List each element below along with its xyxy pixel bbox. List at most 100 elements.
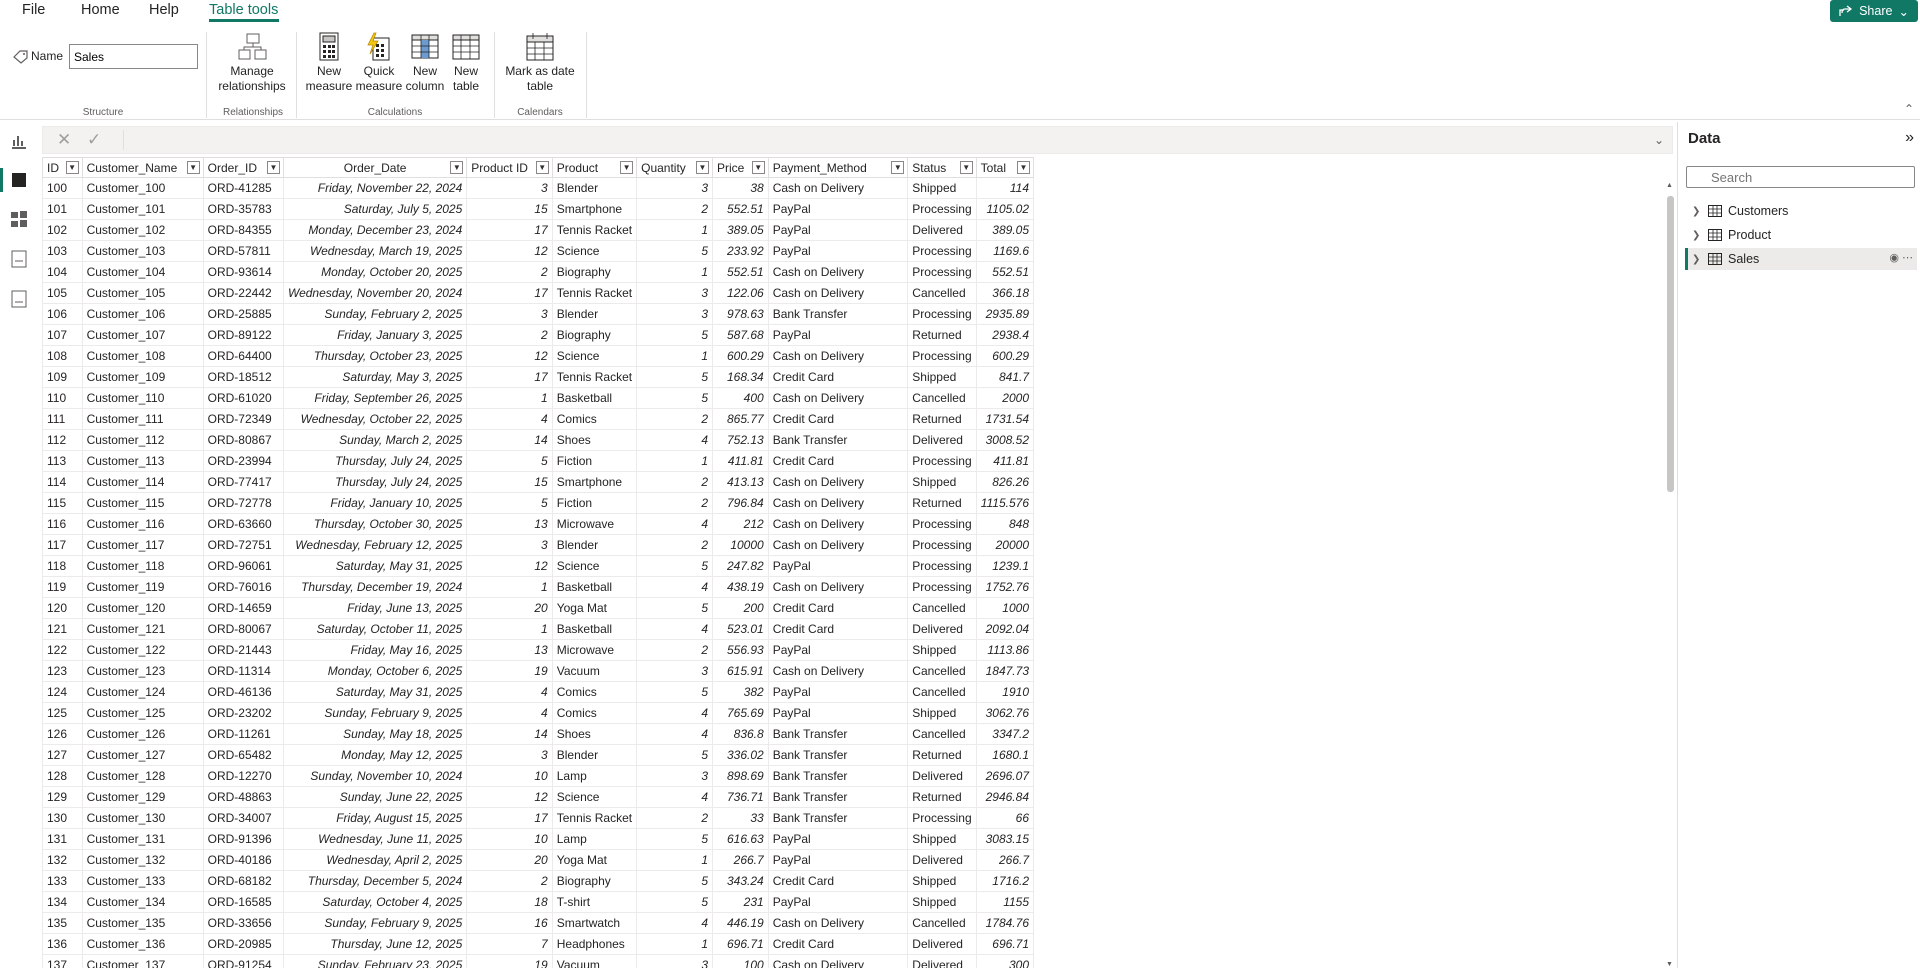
cell-customer-name[interactable]: Customer_115 xyxy=(81,492,204,514)
cell-id[interactable]: 107 xyxy=(42,324,83,346)
column-header-price[interactable]: Price ▼ xyxy=(712,157,769,178)
cell-product[interactable]: Shoes xyxy=(551,429,638,451)
cell-product-id[interactable]: 10 xyxy=(466,828,553,850)
cell-product[interactable]: Vacuum xyxy=(551,954,638,968)
filter-dropdown-icon[interactable]: ▼ xyxy=(891,161,905,174)
cell-order-id[interactable]: ORD-72349 xyxy=(202,408,284,430)
cell-quantity[interactable]: 4 xyxy=(636,702,713,724)
cell-product[interactable]: Vacuum xyxy=(551,660,638,682)
cell-total[interactable]: 1155 xyxy=(975,891,1034,913)
cell-price[interactable]: 212 xyxy=(712,513,769,535)
cell-customer-name[interactable]: Customer_124 xyxy=(81,681,204,703)
cell-status[interactable]: Cancelled xyxy=(907,597,977,619)
cell-payment-method[interactable]: Cash on Delivery xyxy=(767,513,909,535)
cell-id[interactable]: 100 xyxy=(42,177,83,199)
cell-product[interactable]: Microwave xyxy=(551,513,638,535)
cell-quantity[interactable]: 5 xyxy=(636,597,713,619)
cell-product[interactable]: Tennis Racket xyxy=(551,366,638,388)
cell-customer-name[interactable]: Customer_132 xyxy=(81,849,204,871)
cell-order-date[interactable]: Saturday, May 31, 2025 xyxy=(282,555,468,577)
cell-order-date[interactable]: Saturday, May 3, 2025 xyxy=(282,366,468,388)
cell-payment-method[interactable]: Cash on Delivery xyxy=(767,660,909,682)
cell-product[interactable]: Headphones xyxy=(551,933,638,955)
cell-id[interactable]: 112 xyxy=(42,429,83,451)
cell-status[interactable]: Processing xyxy=(907,513,977,535)
cell-price[interactable]: 389.05 xyxy=(712,219,769,241)
cell-id[interactable]: 115 xyxy=(42,492,83,514)
cell-payment-method[interactable]: PayPal xyxy=(767,219,909,241)
cell-order-date[interactable]: Thursday, July 24, 2025 xyxy=(282,471,468,493)
cell-product[interactable]: Fiction xyxy=(551,450,638,472)
cell-price[interactable]: 978.63 xyxy=(712,303,769,325)
cell-price[interactable]: 898.69 xyxy=(712,765,769,787)
cell-order-date[interactable]: Monday, December 23, 2024 xyxy=(282,219,468,241)
cell-product-id[interactable]: 4 xyxy=(466,408,553,430)
cell-id[interactable]: 135 xyxy=(42,912,83,934)
column-header-status[interactable]: Status ▼ xyxy=(907,157,977,178)
cell-order-date[interactable]: Saturday, October 4, 2025 xyxy=(282,891,468,913)
cell-status[interactable]: Processing xyxy=(907,576,977,598)
cell-customer-name[interactable]: Customer_118 xyxy=(81,555,204,577)
cell-price[interactable]: 231 xyxy=(712,891,769,913)
cell-quantity[interactable]: 1 xyxy=(636,345,713,367)
cell-product[interactable]: Smartwatch xyxy=(551,912,638,934)
cell-customer-name[interactable]: Customer_120 xyxy=(81,597,204,619)
table-item-customers[interactable]: ❯ Customers xyxy=(1686,200,1917,222)
filter-dropdown-icon[interactable]: ▼ xyxy=(1017,161,1030,174)
cell-order-date[interactable]: Sunday, February 9, 2025 xyxy=(282,912,468,934)
cell-total[interactable]: 300 xyxy=(975,954,1034,968)
cell-payment-method[interactable]: Credit Card xyxy=(767,597,909,619)
cell-order-id[interactable]: ORD-91254 xyxy=(202,954,284,968)
new-column-button[interactable]: New column xyxy=(403,32,447,94)
cell-total[interactable]: 1105.02 xyxy=(975,198,1034,220)
cell-product-id[interactable]: 3 xyxy=(466,177,553,199)
cell-status[interactable]: Returned xyxy=(907,324,977,346)
cell-product-id[interactable]: 17 xyxy=(466,366,553,388)
cell-price[interactable]: 122.06 xyxy=(712,282,769,304)
cell-total[interactable]: 114 xyxy=(975,177,1034,199)
cell-product[interactable]: Smartphone xyxy=(551,471,638,493)
cell-order-date[interactable]: Friday, June 13, 2025 xyxy=(282,597,468,619)
cell-total[interactable]: 841.7 xyxy=(975,366,1034,388)
cell-order-id[interactable]: ORD-41285 xyxy=(202,177,284,199)
cell-order-id[interactable]: ORD-11314 xyxy=(202,660,284,682)
cell-order-id[interactable]: ORD-21443 xyxy=(202,639,284,661)
cell-total[interactable]: 266.7 xyxy=(975,849,1034,871)
cell-status[interactable]: Cancelled xyxy=(907,282,977,304)
cell-product[interactable]: Comics xyxy=(551,702,638,724)
cell-order-date[interactable]: Friday, January 10, 2025 xyxy=(282,492,468,514)
cell-product-id[interactable]: 15 xyxy=(466,471,553,493)
cell-order-id[interactable]: ORD-61020 xyxy=(202,387,284,409)
cell-customer-name[interactable]: Customer_136 xyxy=(81,933,204,955)
cell-status[interactable]: Shipped xyxy=(907,366,977,388)
cell-status[interactable]: Shipped xyxy=(907,702,977,724)
cell-product[interactable]: Biography xyxy=(551,261,638,283)
cell-status[interactable]: Returned xyxy=(907,786,977,808)
cell-product[interactable]: Biography xyxy=(551,324,638,346)
cell-customer-name[interactable]: Customer_109 xyxy=(81,366,204,388)
cell-product-id[interactable]: 12 xyxy=(466,555,553,577)
cell-product[interactable]: Lamp xyxy=(551,828,638,850)
cell-price[interactable]: 10000 xyxy=(712,534,769,556)
cell-order-date[interactable]: Sunday, February 9, 2025 xyxy=(282,702,468,724)
cell-product[interactable]: Basketball xyxy=(551,618,638,640)
cell-status[interactable]: Delivered xyxy=(907,954,977,968)
cell-total[interactable]: 1115.576 xyxy=(975,492,1034,514)
cell-product-id[interactable]: 19 xyxy=(466,954,553,968)
cell-product[interactable]: Blender xyxy=(551,744,638,766)
cell-quantity[interactable]: 4 xyxy=(636,429,713,451)
cell-id[interactable]: 104 xyxy=(42,261,83,283)
cell-customer-name[interactable]: Customer_116 xyxy=(81,513,204,535)
cell-product-id[interactable]: 13 xyxy=(466,639,553,661)
cell-id[interactable]: 109 xyxy=(42,366,83,388)
cell-price[interactable]: 411.81 xyxy=(712,450,769,472)
cell-status[interactable]: Delivered xyxy=(907,765,977,787)
cell-order-id[interactable]: ORD-84355 xyxy=(202,219,284,241)
cell-customer-name[interactable]: Customer_128 xyxy=(81,765,204,787)
cell-price[interactable]: 587.68 xyxy=(712,324,769,346)
cell-quantity[interactable]: 5 xyxy=(636,870,713,892)
cell-order-id[interactable]: ORD-20985 xyxy=(202,933,284,955)
cell-order-id[interactable]: ORD-96061 xyxy=(202,555,284,577)
cell-quantity[interactable]: 4 xyxy=(636,912,713,934)
cell-product-id[interactable]: 18 xyxy=(466,891,553,913)
